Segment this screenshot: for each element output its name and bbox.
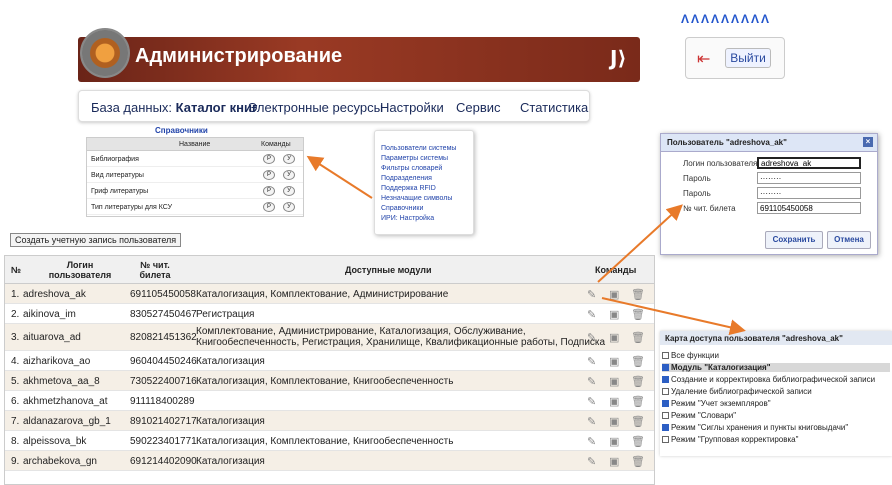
arrow-to-dialog — [597, 204, 683, 283]
arrow-to-handbooks — [306, 155, 373, 199]
annotation-arrows — [306, 155, 746, 336]
arrow-to-access-card — [601, 297, 746, 336]
